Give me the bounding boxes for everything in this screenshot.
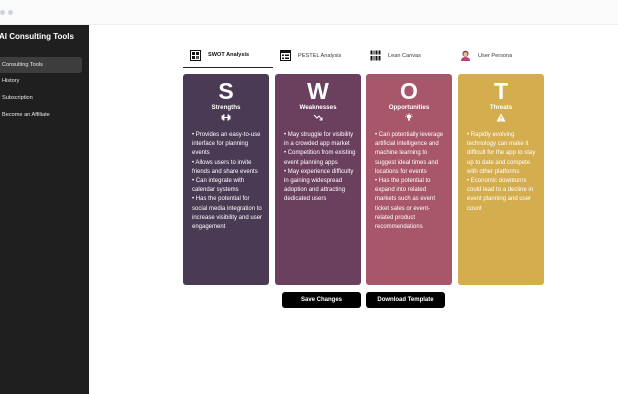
card-body: • Rapidly evolving technology can make i… [467, 132, 536, 212]
swot-card-weaknesses: W Weaknesses • May struggle for visibili… [275, 74, 361, 285]
card-letter: S [218, 78, 234, 104]
card-letter: T [493, 78, 509, 104]
sidebar-item-consulting-tools[interactable]: Consulting Tools [0, 57, 82, 73]
card-title: Weaknesses [299, 104, 337, 111]
lightbulb-icon [366, 113, 452, 122]
sidebar-item-affiliate[interactable]: Become an Affiliate [0, 107, 82, 123]
card-body: • Can potentially leverage artificial in… [375, 132, 444, 231]
sidebar-title: AI Consulting Tools [0, 32, 74, 41]
dumbbell-icon [183, 113, 269, 122]
sidebar-item-history[interactable]: History [0, 73, 82, 89]
swot-card-opportunities: O Opportunities • Can potentially levera… [366, 74, 452, 285]
window-titlebar [0, 0, 618, 25]
save-changes-button[interactable]: Save Changes [282, 292, 361, 308]
tab-label: PESTEL Analysis [298, 52, 342, 59]
tab-pestel-analysis[interactable]: PESTEL Analysis [280, 43, 341, 68]
tab-label: Lean Canvas [388, 52, 421, 59]
tab-user-persona[interactable]: User Persona [460, 43, 512, 68]
card-letter: W [307, 78, 329, 104]
card-body: • Provides an easy-to-use interface for … [192, 132, 263, 231]
card-body: • May struggle for visibility in a crowd… [284, 132, 356, 203]
pestel-icon [280, 50, 291, 61]
warning-icon [458, 113, 544, 122]
sidebar: AI Consulting Tools Consulting Tools His… [0, 25, 89, 394]
window-control-icon[interactable] [0, 10, 5, 15]
window-control-icon[interactable] [8, 10, 13, 15]
trend-down-icon [275, 113, 361, 122]
swot-icon [190, 49, 201, 61]
tab-label: User Persona [478, 52, 513, 59]
swot-card-strengths: S Strengths • Provides an easy-to-use in… [183, 74, 269, 285]
card-title: Strengths [211, 104, 241, 111]
card-title: Threats [489, 104, 513, 111]
swot-card-threats: T Threats • Rapidly evolving technology … [458, 74, 544, 285]
tab-lean-canvas[interactable]: Lean Canvas [370, 43, 421, 68]
tool-tabs: SWOT Analysis PESTEL Analysis Lean Canva… [183, 43, 543, 68]
user-persona-icon [460, 50, 471, 61]
download-template-button[interactable]: Download Template [366, 292, 445, 308]
card-title: Opportunities [388, 104, 430, 111]
card-letter: O [400, 78, 418, 104]
lean-canvas-icon [370, 50, 381, 61]
sidebar-item-subscription[interactable]: Subscription [0, 90, 82, 106]
swot-grid: S Strengths • Provides an easy-to-use in… [183, 74, 544, 285]
tab-swot-analysis[interactable]: SWOT Analysis [183, 43, 273, 68]
tab-label: SWOT Analysis [208, 52, 250, 58]
